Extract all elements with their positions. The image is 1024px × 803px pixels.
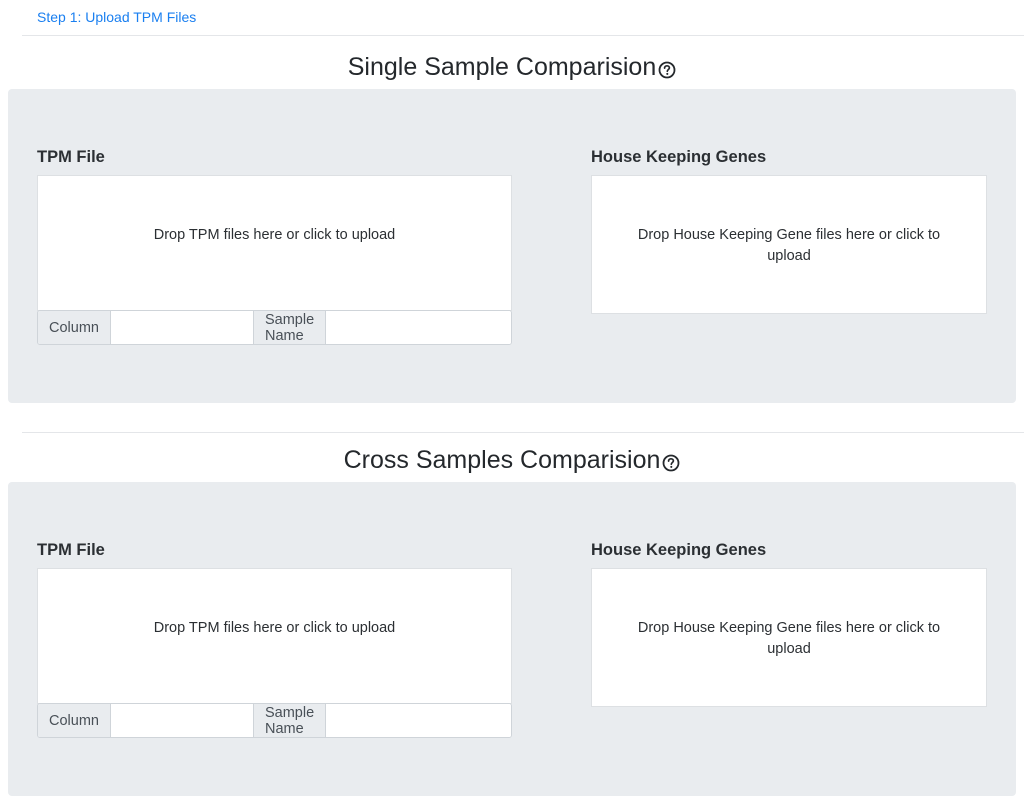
house-keeping-dropzone[interactable]: Drop House Keeping Gene files here or cl… (591, 568, 987, 707)
section-title-single: Single Sample Comparision (0, 53, 1024, 82)
tpm-dropzone[interactable]: Drop TPM files here or click to upload (37, 175, 512, 311)
column-addon: Column (38, 704, 111, 737)
house-keeping-dropzone-text: Drop House Keeping Gene files here or cl… (637, 227, 941, 264)
sample-name-addon: Sample Name (252, 311, 327, 344)
divider (22, 432, 1024, 433)
question-circle-icon[interactable] (662, 454, 680, 472)
house-keeping-label: House Keeping Genes (591, 541, 767, 559)
house-keeping-label: House Keeping Genes (591, 148, 767, 166)
column-input[interactable] (110, 704, 253, 737)
tpm-dropzone[interactable]: Drop TPM files here or click to upload (37, 568, 512, 704)
question-circle-icon[interactable] (658, 61, 676, 79)
house-keeping-dropzone[interactable]: Drop House Keeping Gene files here or cl… (591, 175, 987, 314)
tpm-dropzone-text: Drop TPM files here or click to upload (153, 227, 396, 243)
tpm-input-group: Column Sample Name (37, 703, 512, 738)
sample-name-addon: Sample Name (252, 704, 327, 737)
tpm-file-label: TPM File (37, 148, 105, 166)
house-keeping-dropzone-text: Drop House Keeping Gene files here or cl… (637, 620, 941, 657)
section-title-text: Cross Samples Comparision (343, 446, 661, 474)
tpm-file-label: TPM File (37, 541, 105, 559)
divider (22, 35, 1024, 36)
section-title-cross: Cross Samples Comparision (0, 446, 1024, 475)
single-sample-panel: TPM File Drop TPM files here or click to… (8, 89, 1016, 403)
step-1-link[interactable]: Step 1: Upload TPM Files (37, 9, 196, 25)
column-input[interactable] (110, 311, 253, 344)
cross-samples-panel: TPM File Drop TPM files here or click to… (8, 482, 1016, 796)
sample-name-input[interactable] (326, 704, 511, 737)
column-addon: Column (38, 311, 111, 344)
tpm-input-group: Column Sample Name (37, 310, 512, 345)
section-title-text: Single Sample Comparision (347, 53, 657, 81)
tpm-dropzone-text: Drop TPM files here or click to upload (153, 620, 396, 636)
sample-name-input[interactable] (326, 311, 511, 344)
